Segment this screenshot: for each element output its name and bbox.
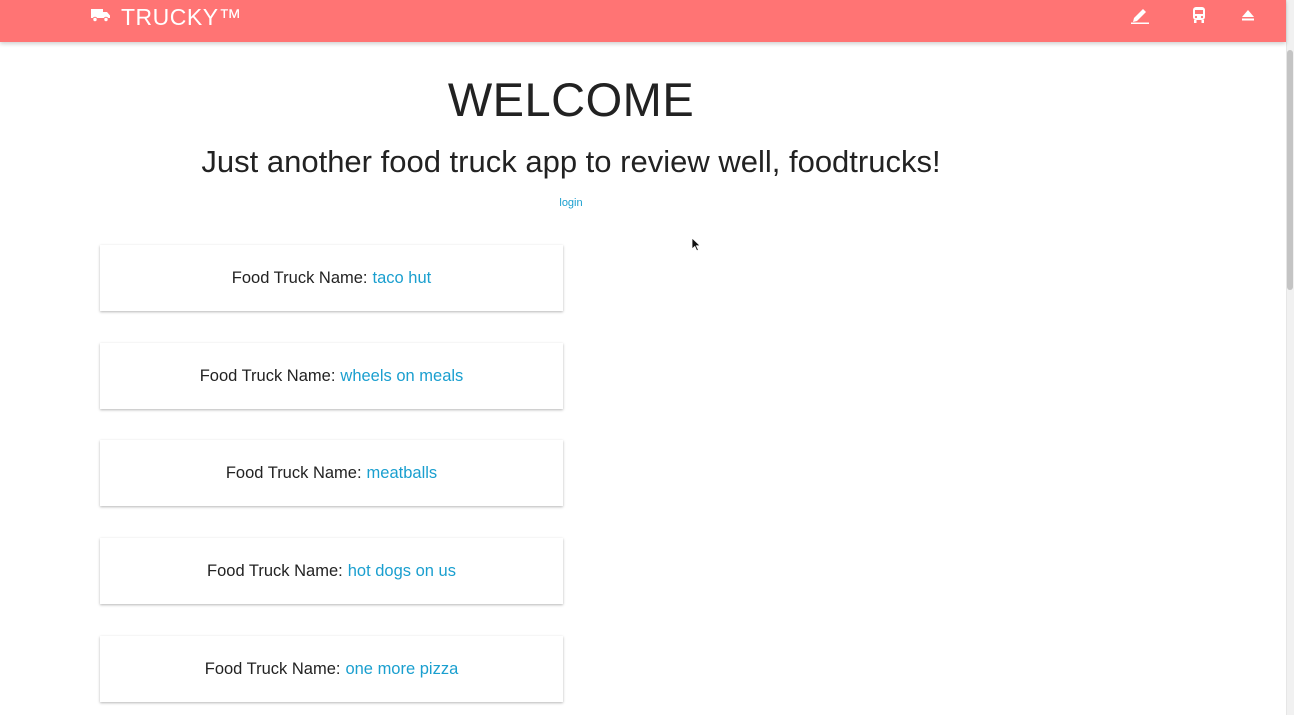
brand-link[interactable]: TRUCKY™ [91,4,242,30]
subtitle-heading: Just another food truck app to review we… [201,144,941,179]
truck-card[interactable]: Food Truck Name: taco hut [100,245,563,311]
truck-name-link[interactable]: one more pizza [345,660,458,679]
truck-name-link[interactable]: hot dogs on us [348,562,456,581]
edit-button[interactable] [1129,7,1151,27]
edit-icon [1130,6,1150,29]
login-row: login [0,197,1142,209]
bus-icon [1191,6,1207,29]
truck-name-link[interactable]: taco hut [373,269,432,288]
trucks-button[interactable] [1188,6,1210,29]
truck-card-label: Food Truck Name: [225,463,362,482]
truck-card-label: Food Truck Name: [207,561,343,580]
truck-card[interactable]: Food Truck Name: one more pizza [100,636,563,702]
truck-card-label: Food Truck Name: [231,268,368,287]
brand-title: TRUCKY™ [121,3,243,30]
scrollbar-thumb[interactable] [1287,50,1293,290]
welcome-heading: WELCOME [447,73,695,126]
page: TRUCKY™ WELCOME Just another food truck … [0,0,1294,715]
truck-card[interactable]: Food Truck Name: hot dogs on us [100,538,563,604]
logout-button[interactable] [1237,7,1259,27]
mouse-cursor-icon [691,237,701,257]
truck-name-link[interactable]: meatballs [367,464,438,483]
eject-icon [1241,8,1255,27]
scrollbar-track[interactable] [1286,0,1294,715]
truck-card-label: Food Truck Name: [204,659,341,678]
top-navbar: TRUCKY™ [0,0,1286,42]
truck-icon [91,8,111,27]
truck-name-link[interactable]: wheels on meals [340,367,463,386]
truck-card[interactable]: Food Truck Name: wheels on meals [100,343,563,409]
truck-card-label: Food Truck Name: [199,366,336,385]
login-link[interactable]: login [559,197,582,209]
truck-card[interactable]: Food Truck Name: meatballs [100,440,563,506]
